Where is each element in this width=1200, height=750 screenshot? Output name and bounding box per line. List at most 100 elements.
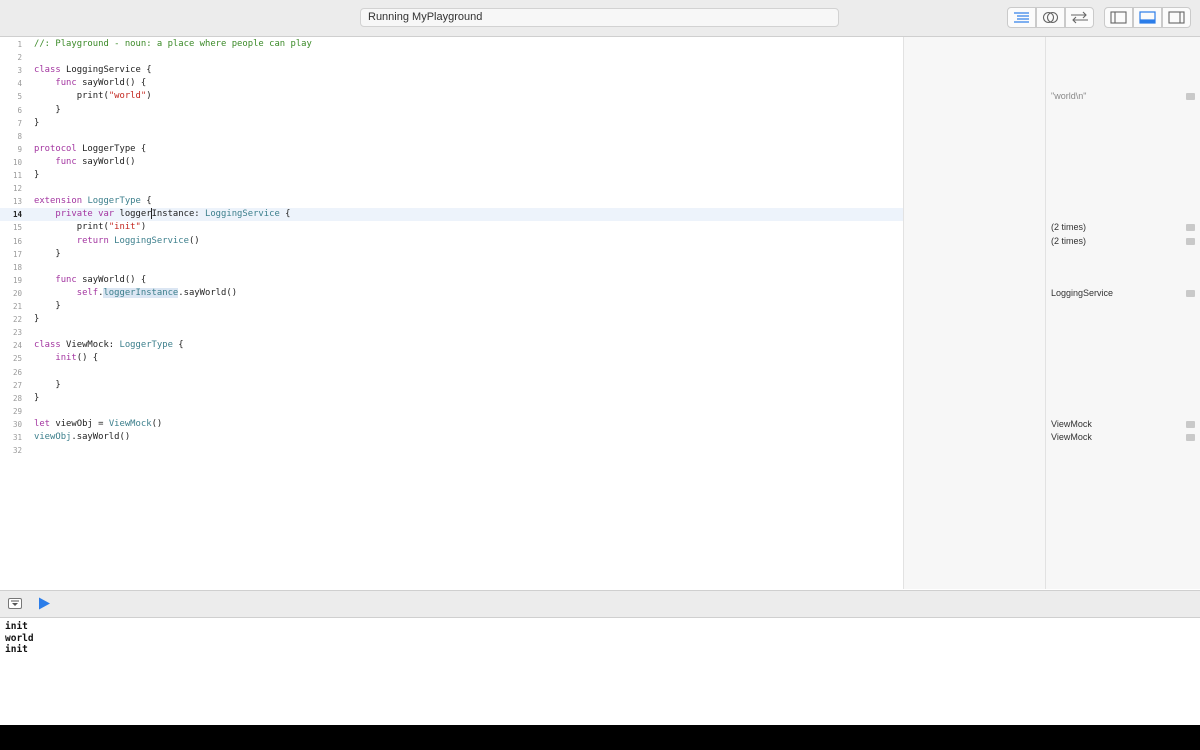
code-line[interactable]: protocol LoggerType { xyxy=(34,143,146,156)
line-number: 26 xyxy=(12,367,22,377)
code-token: { xyxy=(172,340,184,351)
line-number: 24 xyxy=(12,341,22,351)
play-icon xyxy=(39,597,50,610)
quick-look-icon[interactable] xyxy=(1186,237,1195,245)
code-line[interactable]: let viewObj = ViewMock() xyxy=(34,418,162,431)
code-token: } xyxy=(34,104,61,115)
code-token: func xyxy=(55,156,77,167)
debug-bar xyxy=(0,590,1200,618)
line-number: 21 xyxy=(12,302,22,311)
debug-area-toggle-button[interactable] xyxy=(1133,7,1162,28)
code-token: //: Playground - noun: a place where peo… xyxy=(34,39,312,49)
toolbar: Running MyPlayground xyxy=(0,0,1200,37)
code-line[interactable]: extension LoggerType { xyxy=(34,195,152,208)
code-token: } xyxy=(34,248,61,259)
line-number: 18 xyxy=(12,262,22,272)
code-line[interactable]: } xyxy=(34,104,61,117)
source-editor[interactable]: "world\n" (2 times) (2 times) LoggingServic… xyxy=(0,37,1200,589)
hide-debug-area-button[interactable] xyxy=(8,598,22,609)
code-token: { xyxy=(279,209,291,220)
code-token: } xyxy=(34,170,40,180)
code-token: } xyxy=(34,379,61,390)
code-line[interactable]: } xyxy=(34,392,39,405)
code-line[interactable]: class LoggingService { xyxy=(34,64,152,77)
editor-standard-icon xyxy=(1014,12,1029,23)
code-token: loggerInstance xyxy=(103,287,179,298)
code-line[interactable]: } xyxy=(34,379,61,392)
code-line[interactable]: func sayWorld() { xyxy=(34,274,146,287)
console-output[interactable]: init world init xyxy=(0,618,1200,725)
code-line[interactable]: private var loggerInstance: LoggingServi… xyxy=(34,208,291,221)
code-token: sayWorld() { xyxy=(76,78,147,89)
code-token: { xyxy=(140,196,152,207)
code-line[interactable]: } xyxy=(34,313,39,326)
line-number: 15 xyxy=(12,223,22,233)
result-value[interactable]: (2 times) xyxy=(1051,235,1086,248)
code-token: print( xyxy=(34,91,109,102)
assistant-editor-button[interactable] xyxy=(1036,7,1065,28)
code-token: LoggerType xyxy=(87,196,141,207)
result-value[interactable]: "world\n" xyxy=(1051,90,1086,103)
code-line[interactable]: print("world") xyxy=(34,90,152,103)
version-editor-button[interactable] xyxy=(1065,7,1094,28)
code-token: Instance: xyxy=(151,209,205,220)
activity-status: Running MyPlayground xyxy=(360,8,839,27)
code-token: private xyxy=(55,209,93,220)
code-line[interactable]: return LoggingService() xyxy=(34,235,200,248)
result-value[interactable]: (2 times) xyxy=(1051,221,1086,234)
line-number: 7 xyxy=(17,118,22,128)
code-area[interactable]: //: Playground - noun: a place where peo… xyxy=(30,37,903,589)
results-sidebar: "world\n" (2 times) (2 times) LoggingServic… xyxy=(1046,37,1200,589)
line-number: 4 xyxy=(17,79,22,89)
editor-assistant-icon xyxy=(1042,11,1059,24)
code-line[interactable]: } xyxy=(34,169,39,182)
line-number: 11 xyxy=(12,171,22,180)
code-line[interactable]: viewObj.sayWorld() xyxy=(34,431,130,444)
console-line: init xyxy=(5,644,28,655)
result-value[interactable]: ViewMock xyxy=(1051,431,1092,444)
console-line: world xyxy=(5,632,34,644)
run-playground-button[interactable] xyxy=(38,597,51,615)
inspector-toggle-button[interactable] xyxy=(1162,7,1191,28)
quick-look-icon[interactable] xyxy=(1186,420,1195,428)
code-line[interactable]: func sayWorld() { xyxy=(34,77,146,90)
quick-look-icon[interactable] xyxy=(1186,434,1195,441)
code-token: LoggingService xyxy=(114,235,189,246)
code-token: () xyxy=(188,235,200,246)
code-line[interactable]: class ViewMock: LoggerType { xyxy=(34,339,184,352)
quick-look-icon[interactable] xyxy=(1186,289,1195,297)
result-value[interactable]: ViewMock xyxy=(1051,418,1092,431)
code-token: () { xyxy=(76,353,99,364)
line-number: 14 xyxy=(12,210,22,220)
code-token: () xyxy=(151,418,163,429)
line-number: 22 xyxy=(12,315,22,325)
quick-look-icon[interactable] xyxy=(1186,93,1195,101)
standard-editor-button[interactable] xyxy=(1007,7,1036,28)
results-inner-divider xyxy=(1045,37,1046,589)
results-divider[interactable] xyxy=(903,37,904,589)
code-token: class xyxy=(34,340,61,351)
result-value[interactable]: LoggingService xyxy=(1051,287,1113,300)
quick-look-icon[interactable] xyxy=(1186,224,1195,232)
code-line[interactable]: //: Playground - noun: a place where peo… xyxy=(34,38,312,51)
line-number: 19 xyxy=(12,275,22,285)
code-line[interactable]: func sayWorld() xyxy=(34,156,135,169)
line-number: 5 xyxy=(17,92,22,102)
code-line[interactable]: } xyxy=(34,248,61,261)
code-line[interactable]: self.loggerInstance.sayWorld() xyxy=(34,287,237,300)
code-token: protocol xyxy=(34,143,77,154)
code-line[interactable]: init() { xyxy=(34,352,98,365)
results-sidebar-spacer xyxy=(904,37,1045,589)
code-token: let xyxy=(34,418,51,429)
code-token: ViewMock xyxy=(108,418,152,429)
line-number-gutter[interactable]: 1 2 3 4 5 6 7 8 9 10 11 12 13 14 15 16 17 18 19 20 21 22 23 24 2… xyxy=(0,37,30,589)
code-token: self xyxy=(76,287,99,298)
line-number: 20 xyxy=(12,288,22,298)
code-token: return xyxy=(76,235,109,246)
code-line[interactable]: } xyxy=(34,117,39,130)
code-line[interactable]: } xyxy=(34,300,60,313)
code-line[interactable]: print("init") xyxy=(34,221,146,234)
navigator-toggle-button[interactable] xyxy=(1104,7,1133,28)
